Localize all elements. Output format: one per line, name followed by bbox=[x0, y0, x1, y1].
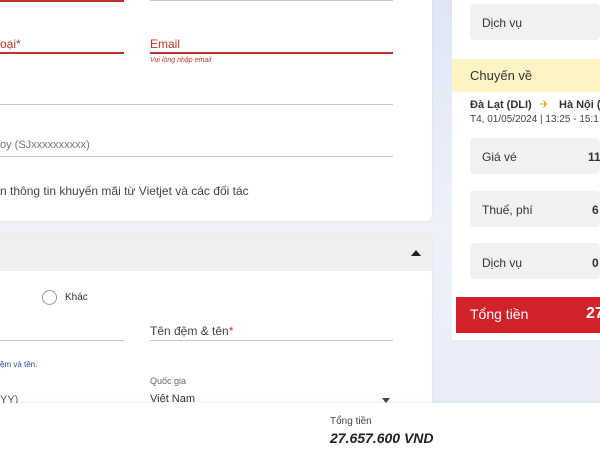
route-datetime: T4, 01/05/2024 | 13:25 - 15:1 bbox=[470, 114, 599, 125]
service-label: Dịch vụ bbox=[482, 256, 523, 270]
route-to: Hà Nội ( bbox=[559, 99, 600, 111]
skyjoy-field-placeholder: oy (SJxxxxxxxxxx) bbox=[0, 139, 90, 151]
phone-field-label: oại* bbox=[0, 37, 21, 51]
plane-icon: ✈ bbox=[540, 99, 550, 111]
total-value: 27 bbox=[586, 305, 600, 322]
skyjoy-field[interactable] bbox=[0, 156, 393, 157]
last-name-field[interactable] bbox=[0, 340, 124, 341]
gender-other-label: Khác bbox=[65, 292, 88, 303]
promo-consent-text: n thông tin khuyến mãi từ Vietjet và các… bbox=[0, 184, 249, 198]
return-flight-label: Chuyến về bbox=[470, 68, 533, 83]
tax-value: 6 bbox=[592, 203, 599, 217]
service-value: 0 bbox=[592, 256, 599, 270]
bottom-total-value: 27.657.600 VND bbox=[330, 430, 434, 446]
middle-first-name-field[interactable] bbox=[150, 340, 393, 341]
phone-field-top-underline bbox=[0, 0, 124, 2]
fare-value: 11 bbox=[588, 150, 600, 164]
middle-first-name-label: Tên đệm & tên* bbox=[150, 324, 234, 338]
total-label: Tổng tiền bbox=[470, 306, 529, 322]
gender-radio-other[interactable] bbox=[42, 290, 57, 305]
phone-field[interactable] bbox=[0, 52, 124, 54]
address-field[interactable] bbox=[0, 104, 393, 105]
email-field-label: Email bbox=[150, 37, 181, 51]
service-label-top: Dịch vụ bbox=[482, 16, 523, 30]
country-label: Quốc gia bbox=[150, 376, 187, 386]
passenger-card-header[interactable] bbox=[0, 234, 432, 271]
field-top-underline bbox=[150, 0, 393, 1]
fare-label: Giá vé bbox=[482, 150, 517, 164]
email-field[interactable] bbox=[150, 52, 393, 54]
route-from: Đà Lạt (DLI) bbox=[470, 99, 532, 111]
bottom-total-label: Tổng tiền bbox=[330, 416, 372, 427]
collapse-arrow-icon[interactable] bbox=[411, 250, 421, 256]
email-hint: Vui lòng nhập email bbox=[150, 57, 212, 64]
name-hint: ệm và tên. bbox=[0, 360, 38, 369]
bottom-total-bar bbox=[0, 403, 600, 452]
tax-label: Thuế, phí bbox=[482, 203, 533, 217]
